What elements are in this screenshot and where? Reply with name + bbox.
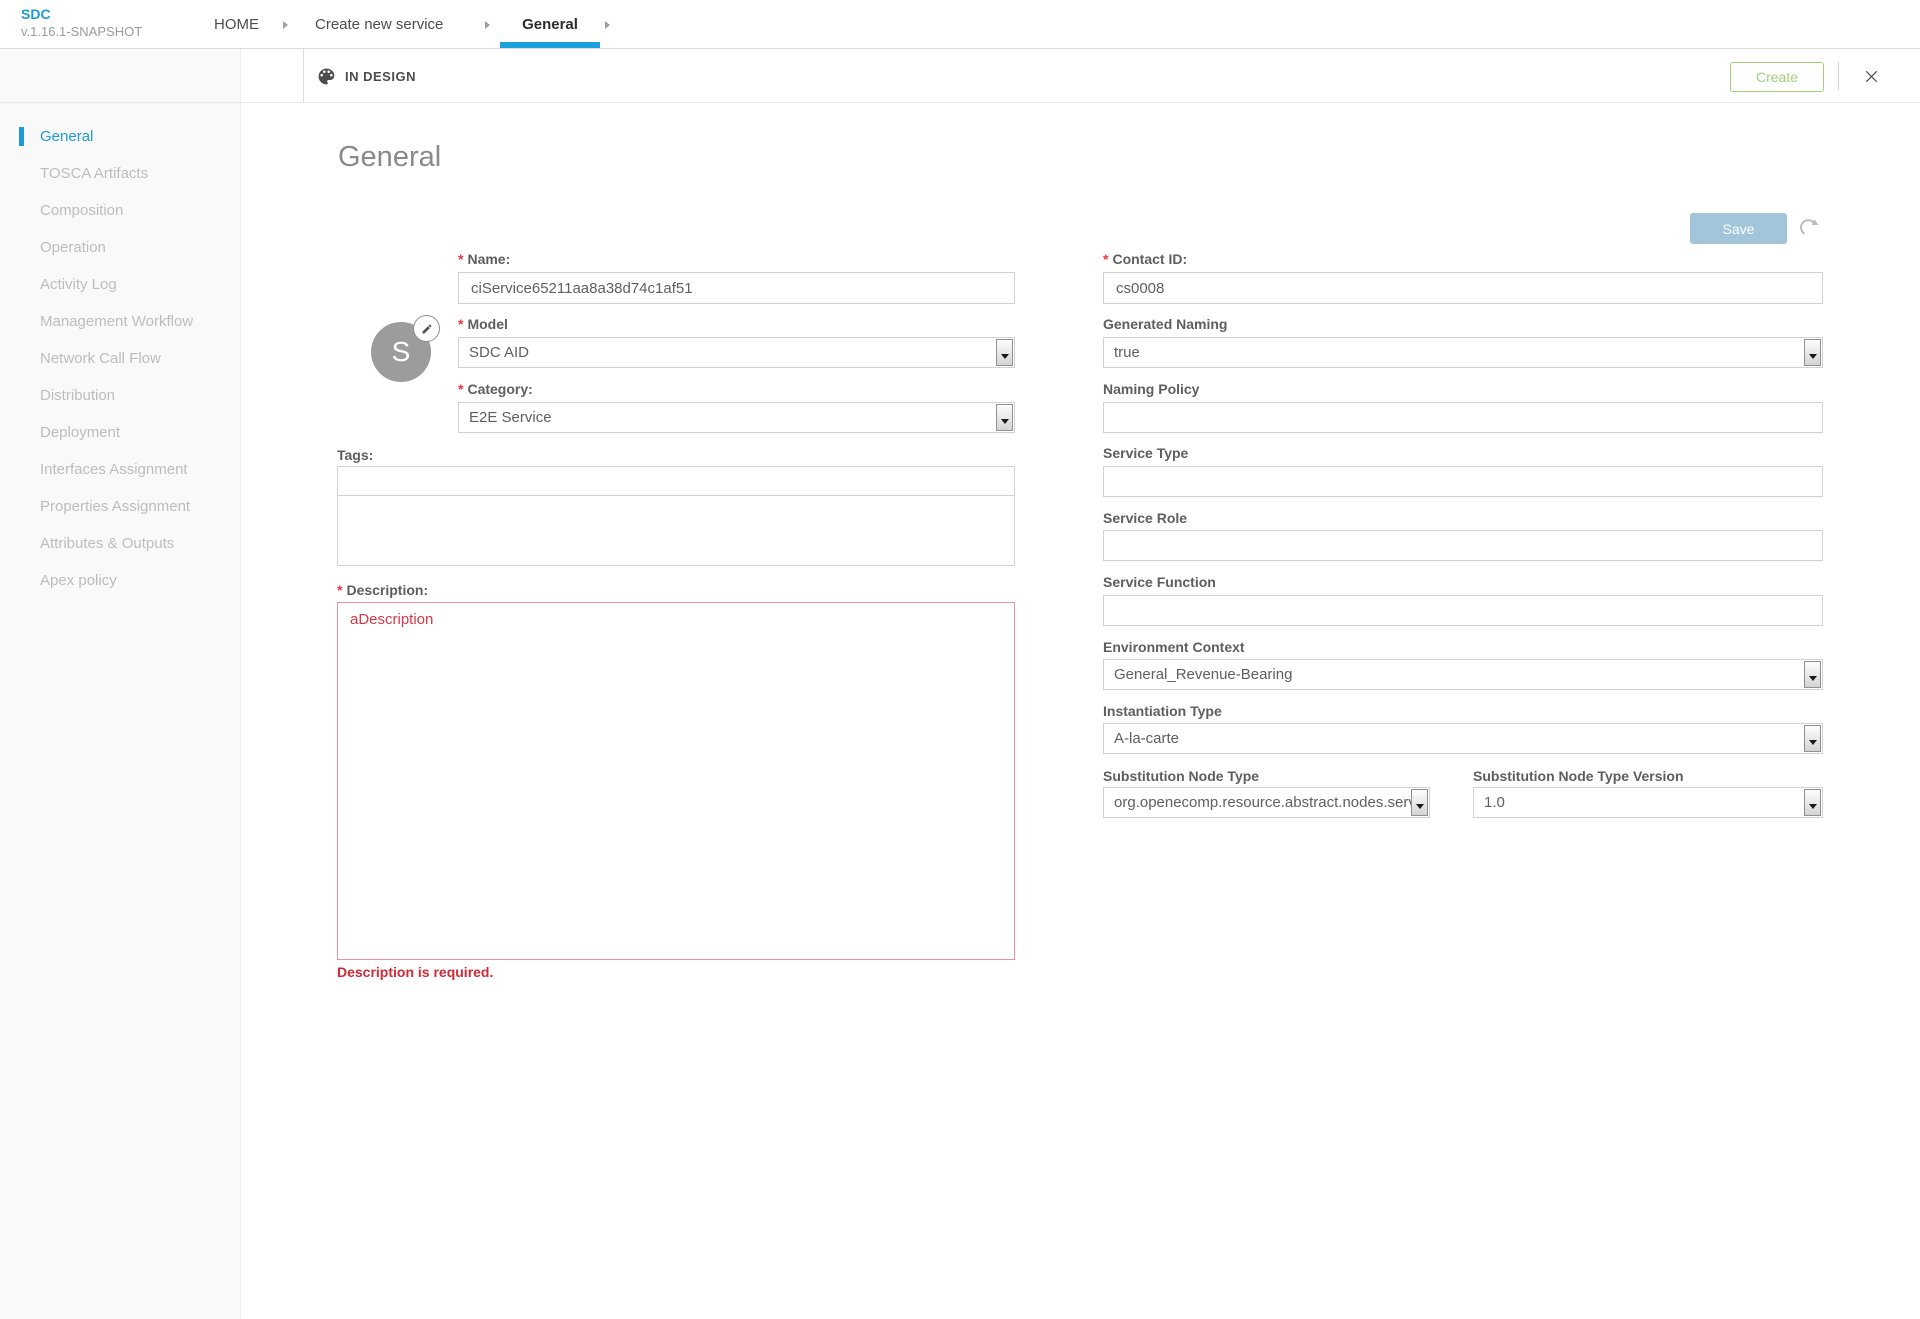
- tab-general[interactable]: General: [500, 0, 600, 48]
- sidebar-item-network-call-flow[interactable]: Network Call Flow: [0, 340, 240, 377]
- category-label: * Category:: [458, 381, 533, 397]
- service-role-input[interactable]: [1103, 530, 1823, 561]
- required-marker: *: [458, 316, 464, 332]
- sidebar-item-operation[interactable]: Operation: [0, 229, 240, 266]
- substitution-node-type-label: Substitution Node Type: [1103, 768, 1260, 784]
- save-button[interactable]: Save: [1690, 213, 1787, 244]
- sidebar-item-activity-log[interactable]: Activity Log: [0, 266, 240, 303]
- wizard-menu: General TOSCA Artifacts Composition Oper…: [0, 49, 240, 599]
- tab-create-new-service[interactable]: Create new service: [315, 0, 443, 48]
- substitution-node-type-version-label: Substitution Node Type Version: [1473, 768, 1684, 784]
- dropdown-arrow-icon[interactable]: [1804, 725, 1821, 752]
- active-indicator: [19, 127, 24, 146]
- required-marker: *: [458, 381, 464, 397]
- description-error-message: Description is required.: [337, 964, 494, 980]
- active-tab-underline: [500, 42, 600, 48]
- naming-policy-label: Naming Policy: [1103, 381, 1200, 397]
- create-button[interactable]: Create: [1730, 62, 1824, 92]
- dropdown-arrow-icon[interactable]: [996, 339, 1013, 366]
- dropdown-arrow-icon[interactable]: [1804, 789, 1821, 816]
- header-divider: [303, 49, 304, 103]
- breadcrumb-arrow-icon: [485, 21, 490, 29]
- page-title: General: [338, 141, 442, 173]
- sidebar-item-tosca-artifacts[interactable]: TOSCA Artifacts: [0, 155, 240, 192]
- dropdown-arrow-icon[interactable]: [1804, 661, 1821, 688]
- contact-id-label: * Contact ID:: [1103, 251, 1188, 267]
- revert-button[interactable]: [1797, 217, 1821, 241]
- sdc-app: SDC v.1.16.1-SNAPSHOT HOME Create new se…: [0, 0, 1920, 1319]
- tags-input[interactable]: [337, 466, 1015, 496]
- status-badge: IN DESIGN: [345, 68, 416, 84]
- breadcrumb-arrow-icon: [605, 21, 610, 29]
- substitution-node-type-select[interactable]: org.openecomp.resource.abstract.nodes.se…: [1103, 787, 1430, 818]
- service-function-label: Service Function: [1103, 574, 1216, 590]
- naming-policy-input[interactable]: [1103, 402, 1823, 433]
- description-textarea[interactable]: aDescription: [337, 602, 1015, 960]
- generated-naming-label: Generated Naming: [1103, 316, 1228, 332]
- sidebar-item-deployment[interactable]: Deployment: [0, 414, 240, 451]
- wizard-header: IN DESIGN Create: [0, 49, 1920, 103]
- wizard-sidebar: General TOSCA Artifacts Composition Oper…: [0, 49, 241, 1319]
- top-nav: SDC v.1.16.1-SNAPSHOT HOME Create new se…: [0, 0, 1920, 49]
- breadcrumb-arrow-icon: [283, 21, 288, 29]
- tags-list-box[interactable]: [337, 495, 1015, 566]
- category-select[interactable]: E2E Service: [458, 402, 1015, 433]
- model-select[interactable]: SDC AID: [458, 337, 1015, 368]
- tab-home[interactable]: HOME: [214, 0, 259, 48]
- dropdown-arrow-icon[interactable]: [996, 404, 1013, 431]
- instantiation-type-label: Instantiation Type: [1103, 703, 1222, 719]
- sidebar-item-management-workflow[interactable]: Management Workflow: [0, 303, 240, 340]
- sidebar-item-attributes-outputs[interactable]: Attributes & Outputs: [0, 525, 240, 562]
- contact-id-input[interactable]: [1103, 272, 1823, 304]
- brand-version: v.1.16.1-SNAPSHOT: [21, 23, 143, 39]
- description-label: * Description:: [337, 582, 429, 598]
- environment-context-label: Environment Context: [1103, 639, 1245, 655]
- generated-naming-select[interactable]: true: [1103, 337, 1823, 368]
- required-marker: *: [337, 582, 343, 598]
- service-type-label: Service Type: [1103, 445, 1189, 461]
- dropdown-arrow-icon[interactable]: [1804, 339, 1821, 366]
- service-role-label: Service Role: [1103, 510, 1188, 526]
- sidebar-item-apex-policy[interactable]: Apex policy: [0, 562, 240, 599]
- sidebar-item-properties-assignment[interactable]: Properties Assignment: [0, 488, 240, 525]
- dropdown-arrow-icon[interactable]: [1411, 789, 1428, 816]
- model-label: * Model: [458, 316, 508, 332]
- edit-avatar-button[interactable]: [413, 315, 440, 342]
- sidebar-item-distribution[interactable]: Distribution: [0, 377, 240, 414]
- close-button[interactable]: [1856, 61, 1886, 91]
- header-divider: [1838, 62, 1839, 90]
- close-icon: [1865, 70, 1877, 82]
- service-type-input[interactable]: [1103, 466, 1823, 497]
- tab-general-label: General: [522, 15, 578, 33]
- service-function-input[interactable]: [1103, 595, 1823, 626]
- name-label: * Name:: [458, 251, 511, 267]
- environment-context-select[interactable]: General_Revenue-Bearing: [1103, 659, 1823, 690]
- name-input[interactable]: [458, 272, 1015, 304]
- palette-icon: [318, 68, 335, 84]
- avatar-letter: S: [391, 336, 411, 367]
- sidebar-item-general[interactable]: General: [0, 118, 240, 155]
- sidebar-item-composition[interactable]: Composition: [0, 192, 240, 229]
- brand-name: SDC: [21, 6, 51, 22]
- sdc-logo: SDC v.1.16.1-SNAPSHOT: [21, 6, 142, 40]
- sidebar-item-interfaces-assignment[interactable]: Interfaces Assignment: [0, 451, 240, 488]
- tags-label: Tags:: [337, 447, 374, 463]
- redo-icon: [1799, 219, 1819, 235]
- required-marker: *: [458, 251, 464, 267]
- lifecycle-status: IN DESIGN: [316, 49, 416, 103]
- required-marker: *: [1103, 251, 1109, 267]
- instantiation-type-select[interactable]: A-la-carte: [1103, 723, 1823, 754]
- pencil-icon: [422, 323, 432, 333]
- substitution-node-type-version-select[interactable]: 1.0: [1473, 787, 1823, 818]
